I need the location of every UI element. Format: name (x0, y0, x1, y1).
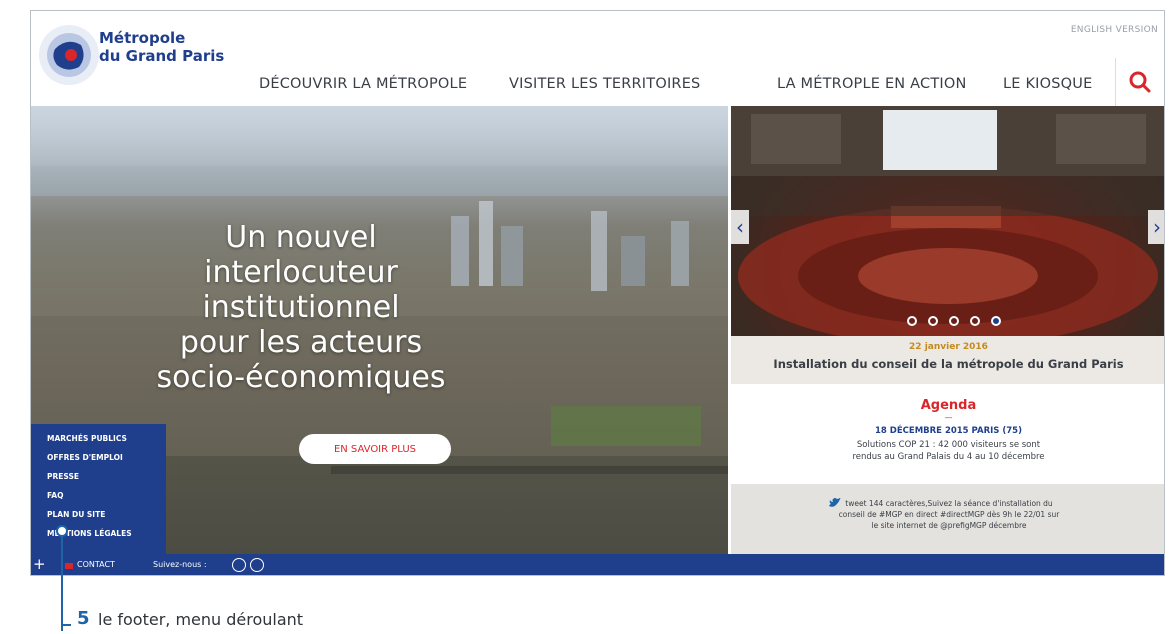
hero-title-line: Un nouvel interlocuteur (204, 220, 398, 290)
follow-us-label: Suivez-nous : (153, 560, 207, 569)
nav-item-kiosque[interactable]: LE KIOSQUE (1003, 76, 1092, 92)
menu-item-presse[interactable]: PRESSE (47, 472, 79, 481)
mail-icon (65, 563, 73, 569)
hero-title-line: socio-économiques (156, 360, 446, 395)
tweet-line: le site internet de @prefigMGP décembre (871, 521, 1027, 530)
share-social-icon[interactable] (250, 558, 264, 572)
slider-dot[interactable] (907, 316, 917, 326)
menu-item-marches-publics[interactable]: MARCHÉS PUBLICS (47, 434, 127, 443)
footer-expand-button[interactable]: + (33, 555, 46, 573)
hero-haze (31, 106, 728, 226)
search-icon (1129, 71, 1151, 93)
callout-marker (56, 525, 68, 537)
slider-dot[interactable] (928, 316, 939, 326)
tweet-line: tweet 144 caractères,Suivez la séance d'… (845, 499, 1053, 508)
hero-title: Un nouvel interlocuteur institutionnel p… (141, 220, 461, 395)
contact-link[interactable]: CONTACT (77, 560, 115, 569)
projection-screen (883, 110, 997, 170)
callout-line (61, 531, 63, 631)
footer-bar: + CONTACT Suivez-nous : (31, 554, 1164, 575)
nav-item-visiter[interactable]: VISITER LES TERRITOIRES (509, 76, 700, 92)
right-column: ‹ › 22 janvier 2016 Installation du cons… (731, 106, 1164, 554)
twitter-social-icon[interactable] (232, 558, 246, 572)
tweet-line: conseil de #MGP en direct #directMGP dès… (838, 510, 1060, 519)
menu-item-offres-emploi[interactable]: OFFRES D'EMPLOI (47, 453, 123, 462)
slider-dot[interactable] (970, 316, 981, 326)
callout-hook (61, 624, 71, 626)
agenda-divider: — (944, 413, 953, 422)
slider-dot[interactable] (949, 316, 960, 326)
tweet-text[interactable]: tweet 144 caractères,Suivez la séance d'… (771, 498, 1127, 531)
website-frame: Métropole du Grand Paris ENGLISH VERSION… (30, 10, 1165, 576)
agenda-text-line: Solutions COP 21 : 42 000 visiteurs se s… (856, 440, 1041, 450)
english-version-link[interactable]: ENGLISH VERSION (1071, 25, 1158, 35)
agenda-date[interactable]: 18 DÉCEMBRE 2015 PARIS (75) (731, 426, 1164, 436)
footer-dropdown-menu: MARCHÉS PUBLICS OFFRES D'EMPLOI PRESSE F… (31, 424, 166, 554)
logo-title: Métropole (99, 29, 186, 47)
callout-text: le footer, menu déroulant (98, 610, 304, 629)
nav-item-action[interactable]: LA MÉTROPLE EN ACTION (777, 76, 967, 92)
slider-next-arrow[interactable]: › (1148, 210, 1164, 244)
hero-banner: Un nouvel interlocuteur institutionnel p… (31, 106, 728, 554)
agenda-title: Agenda (920, 398, 977, 413)
hero-title-line: institutionnel (202, 290, 400, 325)
hero-title-line: pour les acteurs (179, 325, 423, 360)
slider-dot-active[interactable] (991, 316, 1002, 326)
callout-number: 5 (77, 608, 90, 629)
logo[interactable]: Métropole du Grand Paris (37, 19, 227, 99)
logo-subtitle: du Grand Paris (99, 47, 225, 65)
slider-dots (907, 311, 1007, 330)
slider-date: 22 janvier 2016 (909, 342, 988, 352)
header: Métropole du Grand Paris ENGLISH VERSION… (31, 11, 1164, 106)
en-savoir-plus-button[interactable]: EN SAVOIR PLUS (299, 434, 451, 464)
slider-caption[interactable]: Installation du conseil de la métropole … (731, 357, 1164, 371)
nav-item-decouvrir[interactable]: DÉCOUVRIR LA MÉTROPOLE (259, 76, 467, 92)
menu-item-faq[interactable]: FAQ (47, 491, 63, 500)
tweet-box: tweet 144 caractères,Suivez la séance d'… (731, 484, 1164, 554)
agenda-text-line: rendus au Grand Palais du 4 au 10 décemb… (852, 452, 1045, 462)
menu-item-plan-du-site[interactable]: PLAN DU SITE (47, 510, 105, 519)
slider-image: ‹ › (731, 106, 1164, 336)
agenda-text[interactable]: Solutions COP 21 : 42 000 visiteurs se s… (731, 439, 1164, 463)
slider-prev-arrow[interactable]: ‹ (731, 210, 749, 244)
logo-emblem-icon (39, 25, 99, 85)
search-button[interactable] (1115, 58, 1164, 106)
